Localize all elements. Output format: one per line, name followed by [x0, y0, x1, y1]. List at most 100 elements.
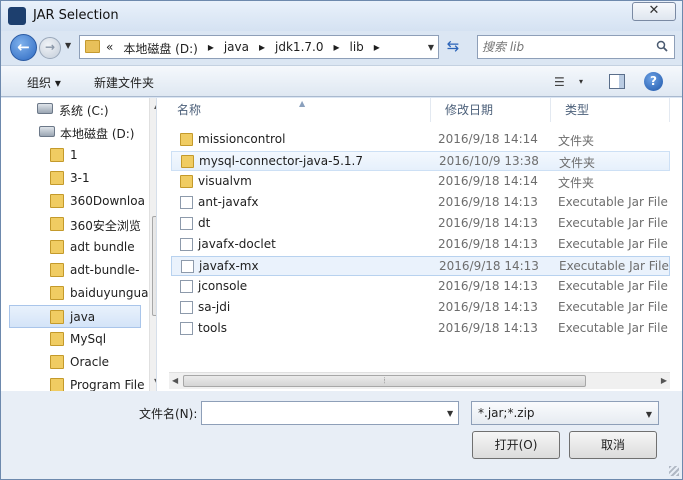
search-input[interactable] — [482, 39, 647, 55]
view-options-icon[interactable]: ☰ — [554, 75, 565, 89]
file-row[interactable]: javafx-doclet 2016/9/18 14:13 Executable… — [171, 235, 670, 255]
file-type: Executable Jar File — [558, 279, 668, 293]
sidebar-item-folder[interactable]: 360安全浏览 — [9, 213, 141, 236]
search-box[interactable] — [477, 35, 675, 59]
filename-dropdown-icon[interactable]: ▼ — [447, 409, 453, 418]
navigation-scrollbar[interactable]: ▲ ▼ — [149, 98, 156, 391]
file-row[interactable]: jconsole 2016/9/18 14:13 Executable Jar … — [171, 277, 670, 297]
sidebar-item-label: MySql — [70, 332, 107, 346]
folder-icon — [50, 310, 64, 324]
breadcrumb: « 本地磁盘 (D:) ▸ java ▸ jdk1.7.0 ▸ lib ▸ — [106, 40, 380, 57]
sidebar-item-folder[interactable]: baiduyungua — [9, 282, 148, 305]
close-button[interactable]: ✕ — [632, 2, 676, 21]
cancel-button[interactable]: 取消 — [569, 431, 657, 459]
column-header-label: 类型 — [565, 103, 590, 117]
address-bar[interactable]: « 本地磁盘 (D:) ▸ java ▸ jdk1.7.0 ▸ lib ▸ ▼ — [79, 35, 439, 59]
content-area: 系统 (C:) 本地磁盘 (D:) 1 3-1 360Downloa 360安全… — [1, 98, 682, 391]
column-header-label: 名称 — [177, 103, 202, 117]
jar-selection-dialog: JAR Selection ✕ ← → ▼ « 本地磁盘 (D:) ▸ java… — [0, 0, 683, 480]
sidebar-item-folder[interactable]: MySql — [9, 328, 141, 351]
file-row[interactable]: dt 2016/9/18 14:13 Executable Jar File — [171, 214, 670, 234]
sidebar-item-label: 360Downloa — [70, 194, 145, 208]
scroll-right-icon[interactable]: ▶ — [661, 376, 667, 385]
horizontal-scrollbar[interactable]: ◀ ⦙ ▶ — [169, 372, 670, 389]
sidebar-item-folder[interactable]: 360Downloa — [9, 190, 145, 213]
filename-input[interactable] — [201, 401, 459, 425]
sidebar-item-label: 系统 (C:) — [59, 104, 109, 118]
folder-icon — [50, 240, 64, 254]
file-date: 2016/10/9 13:38 — [439, 154, 539, 168]
scroll-down-icon[interactable]: ▼ — [154, 377, 156, 386]
sidebar-item-folder[interactable]: Oracle — [9, 351, 141, 374]
breadcrumb-separator[interactable]: ▸ — [374, 40, 380, 57]
breadcrumb-lib[interactable]: lib — [350, 40, 364, 57]
file-date: 2016/9/18 14:14 — [438, 132, 538, 146]
file-name: javafx-mx — [199, 259, 259, 273]
folder-icon — [50, 378, 64, 391]
file-type: Executable Jar File — [558, 195, 668, 209]
file-row[interactable]: ant-javafx 2016/9/18 14:13 Executable Ja… — [171, 193, 670, 213]
sidebar-item-folder[interactable]: adt bundle — [9, 236, 141, 259]
sidebar-item-folder[interactable]: 3-1 — [9, 167, 141, 190]
sidebar-item-java[interactable]: java — [9, 305, 141, 328]
forward-button[interactable]: → — [39, 37, 61, 59]
folder-icon — [50, 263, 64, 277]
view-dropdown-icon[interactable]: ▾ — [579, 77, 583, 86]
drive-icon — [39, 126, 55, 137]
search-icon[interactable] — [656, 40, 668, 52]
scrollbar-thumb[interactable]: ⦙ — [183, 375, 586, 387]
file-row[interactable]: visualvm 2016/9/18 14:14 文件夹 — [171, 172, 670, 192]
column-header-name[interactable]: 名称 ▲ — [163, 98, 431, 122]
history-dropdown-icon[interactable]: ▼ — [65, 41, 71, 50]
breadcrumb-separator[interactable]: ▸ — [259, 40, 265, 57]
file-type: Executable Jar File — [558, 321, 668, 335]
refresh-icon[interactable]: ⇆ — [443, 37, 463, 57]
sidebar-item-label: Oracle — [70, 355, 110, 369]
sidebar-item-folder[interactable]: Program File — [9, 374, 145, 391]
jar-file-icon — [180, 322, 193, 335]
file-row[interactable]: mysql-connector-java-5.1.7 2016/10/9 13:… — [171, 151, 670, 171]
new-folder-button[interactable]: 新建文件夹 — [94, 74, 154, 91]
sidebar-item-folder[interactable]: adt-bundle- — [9, 259, 141, 282]
file-type-filter[interactable]: *.jar;*.zip ▼ — [471, 401, 659, 425]
scroll-up-icon[interactable]: ▲ — [154, 101, 156, 110]
folder-icon — [50, 148, 64, 162]
help-icon[interactable]: ? — [644, 72, 663, 91]
scroll-left-icon[interactable]: ◀ — [172, 376, 178, 385]
file-name: ant-javafx — [198, 195, 259, 209]
address-dropdown-icon[interactable]: ▼ — [428, 43, 434, 52]
sidebar-item-label: adt-bundle- — [70, 263, 140, 277]
sidebar-item-label: 360安全浏览 — [70, 219, 141, 233]
sidebar-item-drive-d[interactable]: 本地磁盘 (D:) — [9, 121, 141, 144]
breadcrumb-separator[interactable]: ▸ — [208, 40, 214, 57]
filename-label: 文件名(N): — [139, 407, 198, 421]
sidebar-item-drive-c[interactable]: 系统 (C:) — [9, 98, 141, 121]
sidebar-item-label: java — [70, 310, 96, 324]
column-header-date[interactable]: 修改日期 — [431, 98, 551, 122]
open-button[interactable]: 打开(O) — [472, 431, 560, 459]
preview-pane-icon[interactable] — [609, 74, 625, 89]
file-name: sa-jdi — [198, 300, 231, 314]
back-button[interactable]: ← — [10, 34, 37, 61]
breadcrumb-separator[interactable]: ▸ — [333, 40, 339, 57]
folder-icon — [180, 133, 193, 146]
file-type: 文件夹 — [558, 134, 595, 148]
drive-icon — [37, 103, 53, 114]
organize-menu[interactable]: 组织 ▾ — [27, 74, 61, 91]
breadcrumb-drive[interactable]: 本地磁盘 (D:) — [123, 40, 197, 57]
breadcrumb-java[interactable]: java — [224, 40, 249, 57]
jar-file-icon — [180, 217, 193, 230]
file-row[interactable]: javafx-mx 2016/9/18 14:13 Executable Jar… — [171, 256, 670, 276]
folder-icon — [50, 286, 64, 300]
column-header-type[interactable]: 类型 — [551, 98, 670, 122]
sidebar-item-folder[interactable]: 1 — [9, 144, 141, 167]
breadcrumb-overflow[interactable]: « — [106, 40, 113, 57]
file-name: tools — [198, 321, 227, 335]
column-header-label: 修改日期 — [445, 103, 494, 117]
breadcrumb-jdk[interactable]: jdk1.7.0 — [275, 40, 323, 57]
file-row[interactable]: sa-jdi 2016/9/18 14:13 Executable Jar Fi… — [171, 298, 670, 318]
file-row[interactable]: tools 2016/9/18 14:13 Executable Jar Fil… — [171, 319, 670, 339]
file-row[interactable]: missioncontrol 2016/9/18 14:14 文件夹 — [171, 130, 670, 150]
scrollbar-thumb[interactable] — [152, 216, 156, 316]
resize-grip-icon[interactable] — [669, 466, 679, 476]
